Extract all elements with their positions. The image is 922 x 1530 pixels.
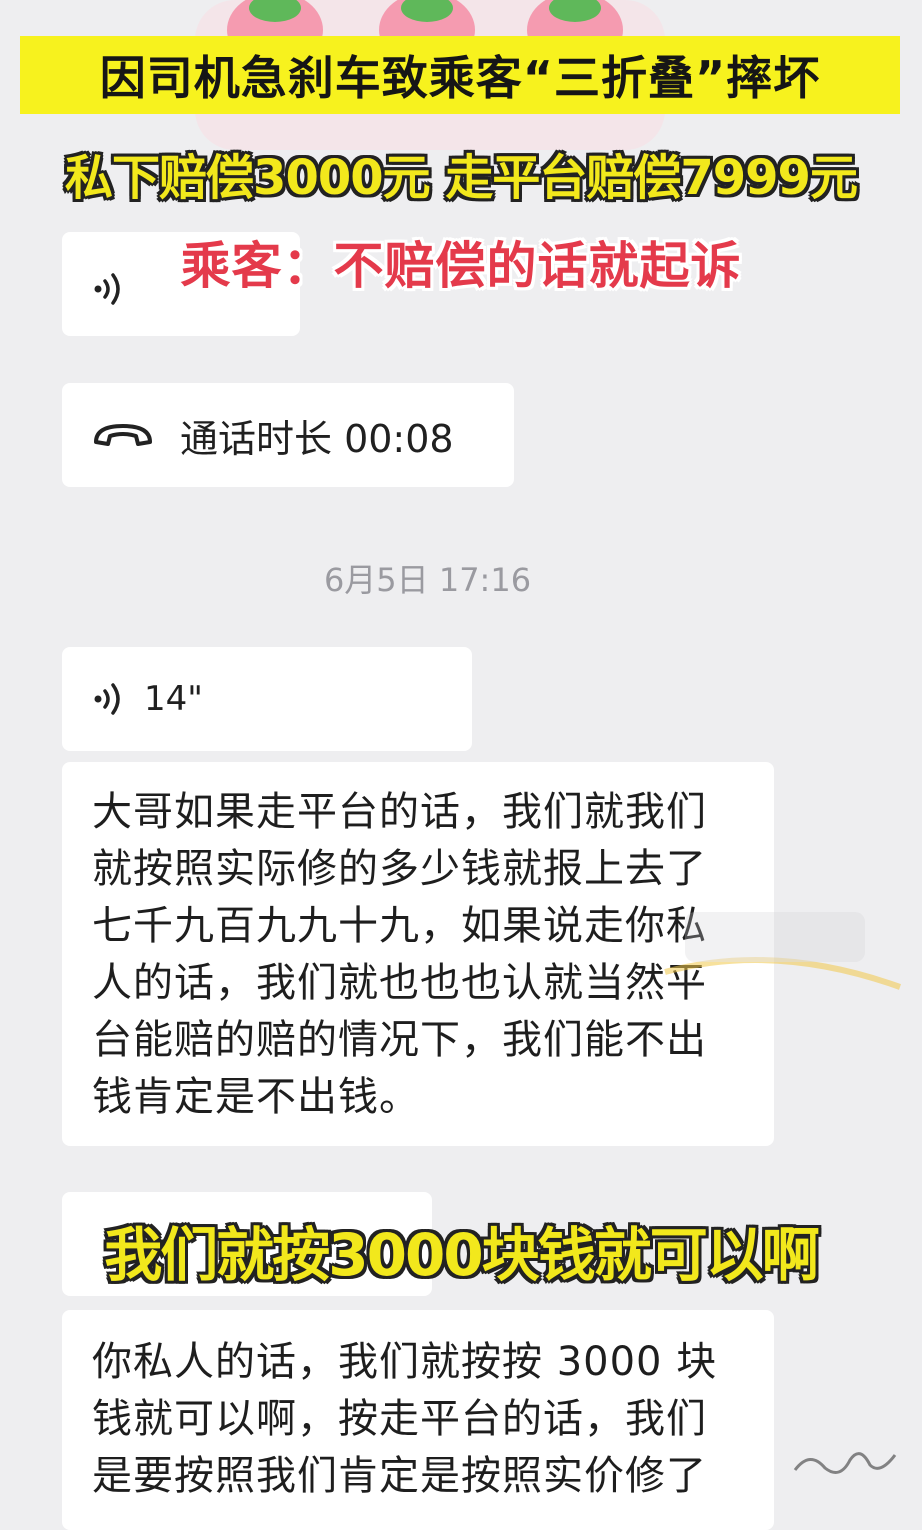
subtitle-caption-2: 我们就按3000块钱就可以啊: [104, 1221, 819, 1289]
watermark-flourish: [793, 1452, 897, 1474]
message-timestamp: 6月5日 17:16: [323, 561, 532, 599]
transcript-bubble[interactable]: 大哥如果走平台的话，我们就我们就按照实际修的多少钱就报上去了七千九百九九十九，如…: [62, 762, 774, 1146]
voice-message-bubble[interactable]: 14": [62, 647, 472, 751]
passenger-quote-caption: 乘客：不赔偿的话就起诉: [180, 237, 742, 295]
call-record-bubble[interactable]: 通话时长 00:08: [62, 383, 514, 487]
transcript-bubble[interactable]: 你私人的话，我们就按按 3000 块钱就可以啊，按走平台的话，我们是要按照我们肯…: [62, 1310, 774, 1530]
voice-wave-icon: [94, 683, 120, 715]
phone-hangup-icon: [94, 424, 152, 446]
subtitle-caption: 私下赔偿3000元 走平台赔偿7999元: [65, 150, 858, 206]
headline-banner: 因司机急刹车致乘客“三折叠”摔坏: [20, 36, 900, 114]
transcript-text: 大哥如果走平台的话，我们就我们就按照实际修的多少钱就报上去了七千九百九九十九，如…: [92, 789, 707, 1120]
transcript-text: 你私人的话，我们就按按 3000 块钱就可以啊，按走平台的话，我们是要按照我们肯…: [92, 1339, 718, 1499]
headline-text: 因司机急刹车致乘客“三折叠”摔坏: [99, 51, 821, 105]
call-duration-text: 通话时长 00:08: [180, 416, 454, 461]
voice-duration: 14": [144, 679, 203, 719]
